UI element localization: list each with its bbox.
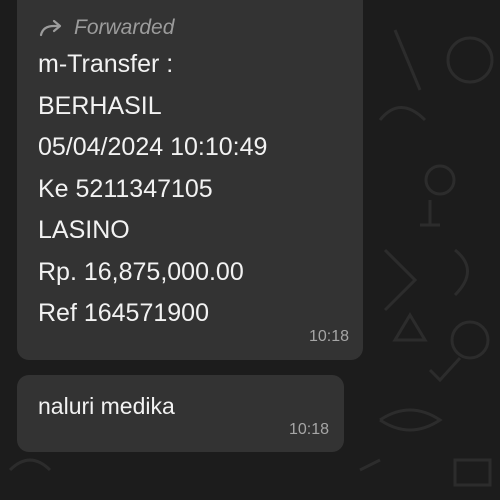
message-text: naluri medika bbox=[38, 393, 175, 419]
message-line: 05/04/2024 10:10:49 bbox=[38, 133, 268, 161]
message-timestamp: 10:18 bbox=[288, 421, 329, 438]
forward-arrow-icon bbox=[39, 19, 62, 37]
message-bubble[interactable]: naluri medika 10:18 bbox=[17, 375, 344, 452]
message-line: Ke 5211347105 bbox=[38, 174, 213, 203]
message-line: m-Transfer : bbox=[38, 50, 174, 78]
message-line: LASINO bbox=[38, 216, 130, 244]
message-line: Rp. 16,875,000.00 bbox=[38, 257, 244, 286]
forwarded-label-row: Forwarded bbox=[38, 14, 174, 42]
forwarded-label: Forwarded bbox=[74, 16, 175, 39]
chat-background: Forwarded m-Transfer : BERHASIL 05/04/20… bbox=[0, 0, 500, 500]
message-text: m-Transfer : BERHASIL 05/04/2024 10:10:4… bbox=[38, 44, 267, 335]
message-line: Ref 164571900 bbox=[38, 299, 209, 327]
message-timestamp: 10:18 bbox=[308, 328, 349, 345]
message-line: BERHASIL bbox=[38, 91, 162, 120]
message-bubble[interactable]: Forwarded m-Transfer : BERHASIL 05/04/20… bbox=[17, 0, 363, 360]
